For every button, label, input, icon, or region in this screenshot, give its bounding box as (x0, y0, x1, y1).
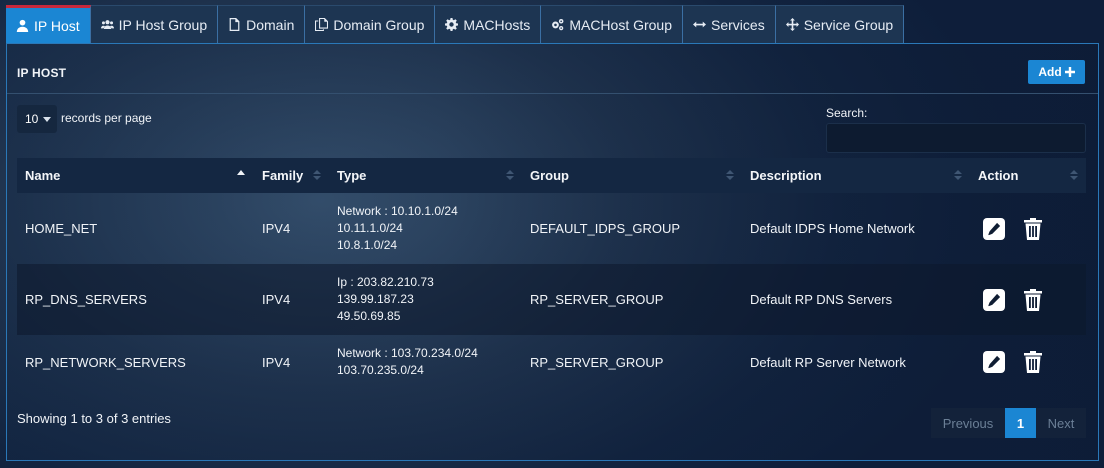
tab-service-group[interactable]: Service Group (775, 5, 905, 43)
add-button-label: Add (1038, 65, 1062, 79)
files-icon (315, 18, 329, 31)
gear-icon (445, 18, 459, 31)
page-1-button[interactable]: 1 (1005, 408, 1036, 438)
cell-group: RP_SERVER_GROUP (530, 354, 664, 370)
tab-machosts[interactable]: MACHosts (435, 5, 542, 43)
tab-domain-group[interactable]: Domain Group (305, 5, 436, 43)
cell-family: IPV4 (262, 354, 291, 370)
tab-label: Domain Group (333, 16, 425, 33)
pencil-icon (988, 355, 1001, 369)
type-line: Ip : 203.82.210.73 (337, 275, 434, 289)
panel-title: IP HOST (17, 66, 67, 80)
column-header-action[interactable]: Action (970, 158, 1086, 193)
add-button[interactable]: Add (1028, 60, 1085, 84)
sort-asc-icon (237, 170, 245, 182)
ip-host-panel: IP HOST Add 10 records per page Search: … (6, 43, 1099, 461)
column-header-family[interactable]: Family (254, 158, 329, 193)
table-info: Showing 1 to 3 of 3 entries (17, 411, 171, 426)
tab-ip-host-group[interactable]: IP Host Group (90, 5, 219, 43)
cell-family: IPV4 (262, 221, 291, 236)
arrows-h-icon (693, 21, 707, 28)
sort-icon (726, 170, 734, 182)
caret-down-icon (43, 117, 51, 122)
delete-button[interactable] (1022, 288, 1044, 311)
cell-type: Network : 103.70.234.0/24 103.70.235.0/2… (329, 335, 478, 389)
cell-name: HOME_NET (25, 221, 98, 236)
type-line: 49.50.69.85 (337, 309, 401, 323)
search-label: Search: (826, 106, 868, 120)
edit-button[interactable] (983, 217, 1005, 240)
table-row: HOME_NET IPV4 Network : 10.10.1.0/24 10.… (17, 193, 1086, 264)
table-header: Name Family Type Group Description Actio… (17, 158, 1086, 193)
search-input[interactable] (826, 123, 1086, 153)
column-header-name[interactable]: Name (17, 158, 254, 193)
delete-button[interactable] (1022, 351, 1044, 373)
tab-label: MACHost Group (569, 16, 673, 33)
cell-name: RP_NETWORK_SERVERS (25, 354, 186, 370)
column-header-type[interactable]: Type (329, 158, 522, 193)
cell-description: Default RP Server Network (750, 354, 906, 370)
tab-bar: IP Host IP Host Group Domain Domain Grou… (6, 5, 905, 43)
edit-button[interactable] (983, 351, 1005, 373)
cell-family: IPV4 (262, 292, 291, 307)
previous-page-button[interactable]: Previous (931, 408, 1005, 438)
plus-icon (1064, 67, 1075, 77)
trash-icon (1024, 217, 1042, 240)
tab-label: Domain (246, 16, 295, 33)
type-line: 10.8.1.0/24 (337, 238, 398, 252)
tab-label: IP Host (34, 17, 80, 34)
tab-ip-host[interactable]: IP Host (6, 5, 91, 43)
cell-type: Ip : 203.82.210.73 139.99.187.23 49.50.6… (329, 264, 434, 335)
column-header-group[interactable]: Group (522, 158, 742, 193)
gears-icon (552, 18, 564, 31)
cell-description: Default IDPS Home Network (750, 221, 915, 236)
file-icon (229, 18, 240, 31)
type-line: 103.70.235.0/24 (337, 363, 424, 377)
next-page-button[interactable]: Next (1036, 408, 1086, 438)
tab-label: MACHosts (463, 16, 531, 33)
column-header-description[interactable]: Description (742, 158, 970, 193)
pencil-icon (988, 222, 1001, 235)
tab-services[interactable]: Services (683, 5, 776, 43)
cell-name: RP_DNS_SERVERS (25, 292, 147, 307)
delete-button[interactable] (1022, 217, 1044, 240)
page-length-value: 10 (25, 112, 39, 126)
edit-button[interactable] (983, 288, 1005, 311)
tab-label: Service Group (803, 16, 894, 33)
page-length-label: records per page (61, 111, 152, 125)
page-length-select[interactable]: 10 (17, 105, 57, 133)
sort-icon (954, 170, 962, 182)
tab-label: Services (711, 16, 765, 33)
panel-header: IP HOST Add (7, 44, 1098, 94)
sort-icon (1070, 170, 1078, 182)
sort-icon (313, 170, 321, 182)
type-line: Network : 10.10.1.0/24 (337, 204, 458, 218)
cell-description: Default RP DNS Servers (750, 292, 893, 307)
cell-group: DEFAULT_IDPS_GROUP (530, 221, 681, 236)
type-line: Network : 103.70.234.0/24 (337, 346, 478, 360)
table-row: RP_DNS_SERVERS IPV4 Ip : 203.82.210.73 1… (17, 264, 1086, 335)
tab-domain[interactable]: Domain (218, 5, 306, 43)
arrows-cross-icon (785, 18, 799, 31)
tab-label: IP Host Group (118, 16, 208, 33)
user-icon (16, 19, 29, 32)
table-row: RP_NETWORK_SERVERS IPV4 Network : 103.70… (17, 335, 1086, 389)
trash-icon (1024, 288, 1042, 311)
tab-machost-group[interactable]: MACHost Group (541, 5, 684, 43)
sort-icon (506, 170, 514, 182)
cell-type: Network : 10.10.1.0/24 10.11.1.0/24 10.8… (329, 193, 458, 264)
pencil-icon (988, 293, 1001, 306)
type-line: 139.99.187.23 (337, 292, 414, 306)
trash-icon (1024, 351, 1042, 373)
users-icon (100, 20, 114, 30)
pagination: Previous 1 Next (931, 408, 1086, 438)
cell-group: RP_SERVER_GROUP (530, 292, 664, 307)
type-line: 10.11.1.0/24 (337, 221, 403, 235)
